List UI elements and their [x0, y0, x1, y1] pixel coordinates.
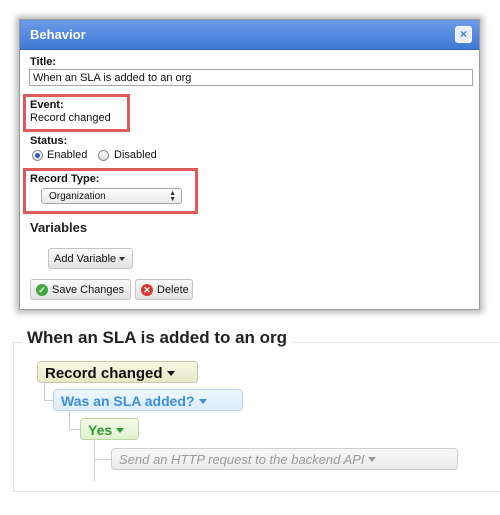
- caret-down-icon: [119, 257, 126, 262]
- dialog-header: Behavior ×: [20, 20, 479, 50]
- action-node-label: Send an HTTP request to the backend API: [119, 452, 365, 467]
- title-label: Title:: [30, 56, 57, 68]
- dialog-title: Behavior: [30, 27, 86, 42]
- branch-yes-label: Yes: [88, 422, 113, 438]
- status-disabled-radio[interactable]: [98, 150, 109, 161]
- tree-connector: [94, 459, 95, 481]
- title-input[interactable]: [29, 69, 473, 86]
- record-type-selected-value: Organization: [49, 191, 106, 202]
- record-type-label: Record Type:: [30, 173, 100, 185]
- status-label: Status:: [30, 135, 68, 147]
- caret-down-icon: [368, 457, 377, 463]
- event-node[interactable]: Record changed: [37, 361, 198, 383]
- workflow-title: When an SLA is added to an org: [22, 328, 293, 348]
- status-enabled-radio[interactable]: [32, 150, 43, 161]
- event-value: Record changed: [30, 112, 111, 124]
- save-changes-label: Save Changes: [52, 284, 125, 296]
- event-node-label: Record changed: [45, 365, 163, 382]
- caret-down-icon: [166, 370, 175, 376]
- check-circle-icon: ✓: [36, 284, 48, 296]
- record-type-select[interactable]: Organization ▲ ▼: [41, 188, 182, 204]
- add-variable-button[interactable]: Add Variable: [48, 248, 133, 269]
- status-enabled-label[interactable]: Enabled: [47, 149, 87, 161]
- tree-connector: [94, 440, 112, 460]
- x-circle-icon: ✕: [141, 284, 153, 296]
- status-disabled-label[interactable]: Disabled: [114, 149, 157, 161]
- screenshot-frame: Behavior × Title: Event: Record changed …: [0, 0, 500, 515]
- save-changes-button[interactable]: ✓ Save Changes: [30, 279, 131, 300]
- caret-down-icon: [116, 427, 125, 433]
- add-variable-label: Add Variable: [54, 253, 117, 265]
- up-down-arrows-icon: ▲ ▼: [169, 190, 176, 203]
- behavior-dialog: Behavior × Title: Event: Record changed …: [19, 19, 480, 310]
- caret-down-icon: [198, 398, 207, 404]
- variables-heading: Variables: [30, 220, 88, 235]
- action-node[interactable]: Send an HTTP request to the backend API: [111, 448, 458, 470]
- condition-node-label: Was an SLA added?: [61, 393, 195, 409]
- delete-button[interactable]: ✕ Delete: [135, 279, 193, 300]
- close-icon[interactable]: ×: [455, 26, 472, 43]
- condition-node[interactable]: Was an SLA added?: [53, 389, 243, 411]
- event-label: Event:: [30, 99, 64, 111]
- branch-yes-node[interactable]: Yes: [80, 418, 139, 440]
- delete-label: Delete: [157, 284, 189, 296]
